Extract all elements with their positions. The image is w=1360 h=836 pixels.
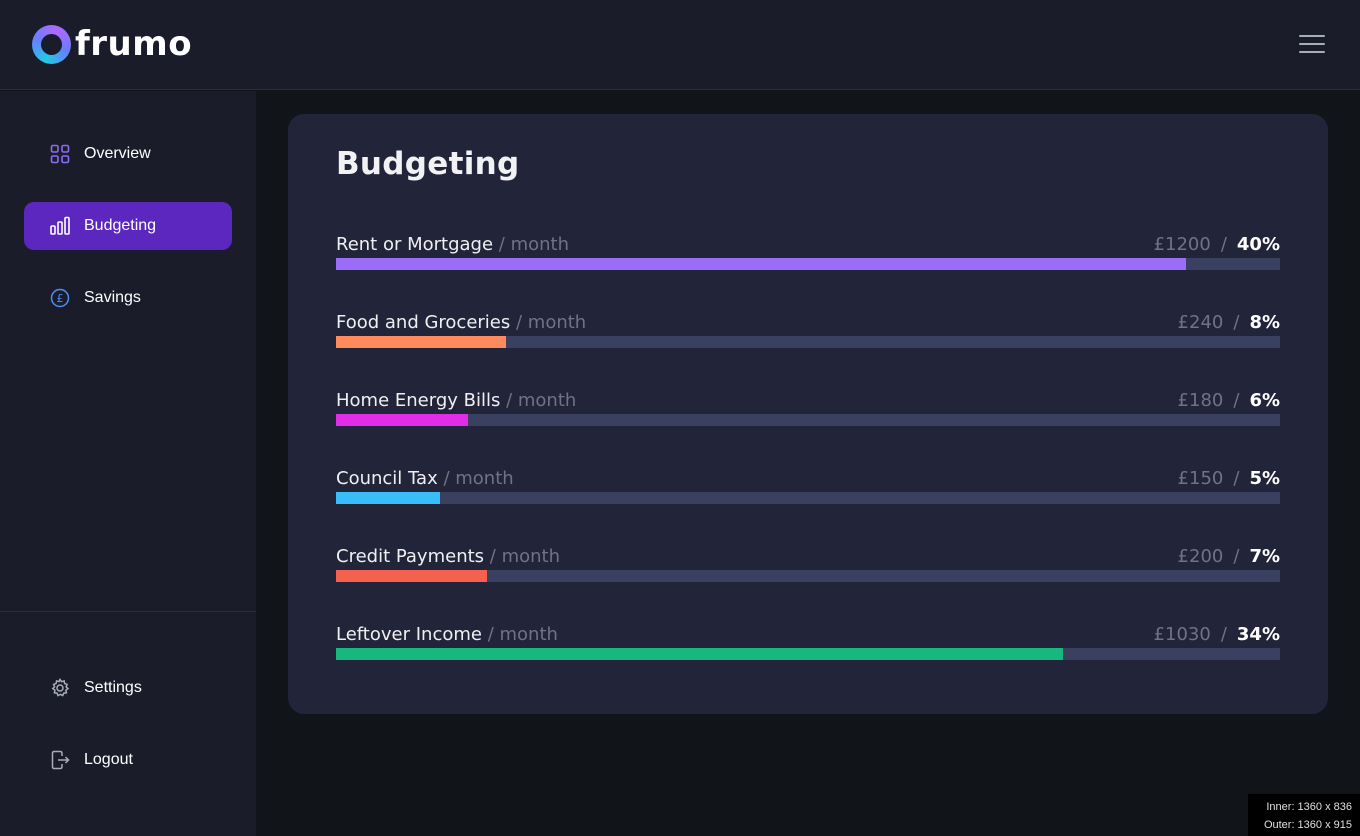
value-separator: / (1220, 624, 1227, 645)
budget-row-label: Credit Payments / month (336, 546, 560, 567)
budget-row: Rent or Mortgage / month £1200 / 40% (336, 234, 1280, 284)
category-name: Council Tax (336, 468, 438, 489)
progress-fill (336, 414, 469, 426)
period-label: / month (498, 234, 570, 255)
progress-fill (336, 258, 1186, 270)
progress-track (336, 648, 1280, 660)
budget-row-label: Council Tax / month (336, 468, 514, 489)
category-name: Food and Groceries (336, 312, 511, 333)
progress-fill (336, 570, 488, 582)
outer-size-label: Outer: 1360 x 915 (1263, 819, 1352, 831)
sidebar-item-label: Logout (84, 751, 133, 768)
progress-track (336, 492, 1280, 504)
period-label: / month (487, 624, 558, 645)
amount-value: £180 (1177, 390, 1224, 411)
category-name: Leftover Income (336, 624, 482, 645)
logout-icon (50, 750, 70, 770)
budget-row: Food and Groceries / month £240 / 8% (336, 312, 1280, 362)
budget-row: Credit Payments / month £200 / 7% (336, 546, 1280, 596)
percent-value: 7% (1249, 546, 1280, 567)
percent-value: 34% (1236, 624, 1280, 645)
percent-value: 8% (1249, 312, 1280, 333)
budget-row-values: £1200 / 40% (1154, 234, 1280, 255)
budget-row-values: £150 / 5% (1178, 468, 1280, 489)
hamburger-menu-icon[interactable] (1299, 35, 1325, 54)
budget-row-label: Leftover Income / month (336, 624, 558, 645)
amount-value: £200 (1177, 546, 1224, 567)
progress-fill (336, 492, 440, 504)
budget-row-values: £180 / 6% (1178, 390, 1280, 411)
period-label: / month (443, 468, 514, 489)
sidebar-item-label: Settings (84, 679, 142, 696)
percent-value: 40% (1236, 234, 1280, 255)
frumo-logo[interactable]: frumo (32, 24, 192, 64)
svg-text:£: £ (57, 292, 64, 305)
grid-icon (50, 144, 70, 164)
bar-chart-icon (50, 216, 70, 236)
logo-ring-icon (32, 24, 71, 64)
percent-value: 5% (1249, 468, 1280, 489)
budget-row: Home Energy Bills / month £180 / 6% (336, 390, 1280, 440)
amount-value: £240 (1177, 312, 1224, 333)
sidebar-item-logout[interactable]: Logout (24, 736, 232, 784)
budget-row-values: £200 / 7% (1178, 546, 1280, 567)
sidebar-item-settings[interactable]: Settings (24, 664, 232, 712)
value-separator: / (1233, 390, 1240, 411)
category-name: Credit Payments (336, 546, 485, 567)
inner-size-label: Inner: 1360 x 836 (1266, 801, 1352, 813)
sidebar: Overview Budgeting £ Savings Settings Lo… (0, 91, 256, 836)
category-name: Home Energy Bills (336, 390, 501, 411)
sidebar-item-overview[interactable]: Overview (24, 130, 232, 178)
sidebar-item-budgeting[interactable]: Budgeting (24, 202, 232, 250)
amount-value: £1030 (1153, 624, 1211, 645)
top-header: frumo (0, 0, 1360, 90)
budget-row-label: Rent or Mortgage / month (336, 234, 569, 255)
sidebar-item-label: Budgeting (84, 217, 157, 234)
budget-row-values: £240 / 8% (1178, 312, 1280, 333)
period-label: / month (516, 312, 587, 333)
amount-value: £1200 (1153, 234, 1211, 255)
progress-track (336, 258, 1280, 270)
progress-fill (336, 648, 1063, 660)
value-separator: / (1233, 468, 1240, 489)
percent-value: 6% (1249, 390, 1280, 411)
progress-track (336, 336, 1280, 348)
budget-row: Council Tax / month £150 / 5% (336, 468, 1280, 518)
budget-row-values: £1030 / 34% (1154, 624, 1280, 645)
page-title: Budgeting (336, 146, 520, 182)
sidebar-divider (0, 611, 256, 612)
budgeting-card: Budgeting Rent or Mortgage / month £1200 /… (288, 114, 1328, 714)
sidebar-item-label: Savings (84, 289, 141, 306)
period-label: / month (506, 390, 577, 411)
gear-icon (50, 678, 70, 698)
sidebar-item-label: Overview (84, 145, 151, 162)
value-separator: / (1233, 546, 1240, 567)
value-separator: / (1220, 234, 1227, 255)
budget-row-label: Food and Groceries / month (336, 312, 586, 333)
sidebar-item-savings[interactable]: £ Savings (24, 274, 232, 322)
progress-track (336, 414, 1280, 426)
viewport-size-badge: Inner: 1360 x 836 Outer: 1360 x 915 (1248, 794, 1360, 836)
budget-row-label: Home Energy Bills / month (336, 390, 576, 411)
value-separator: / (1233, 312, 1240, 333)
logo-text: frumo (75, 24, 193, 64)
budget-row: Leftover Income / month £1030 / 34% (336, 624, 1280, 674)
period-label: / month (489, 546, 560, 567)
category-name: Rent or Mortgage (336, 234, 494, 255)
amount-value: £150 (1177, 468, 1224, 489)
pound-coin-icon: £ (50, 288, 70, 308)
progress-fill (336, 336, 506, 348)
progress-track (336, 570, 1280, 582)
